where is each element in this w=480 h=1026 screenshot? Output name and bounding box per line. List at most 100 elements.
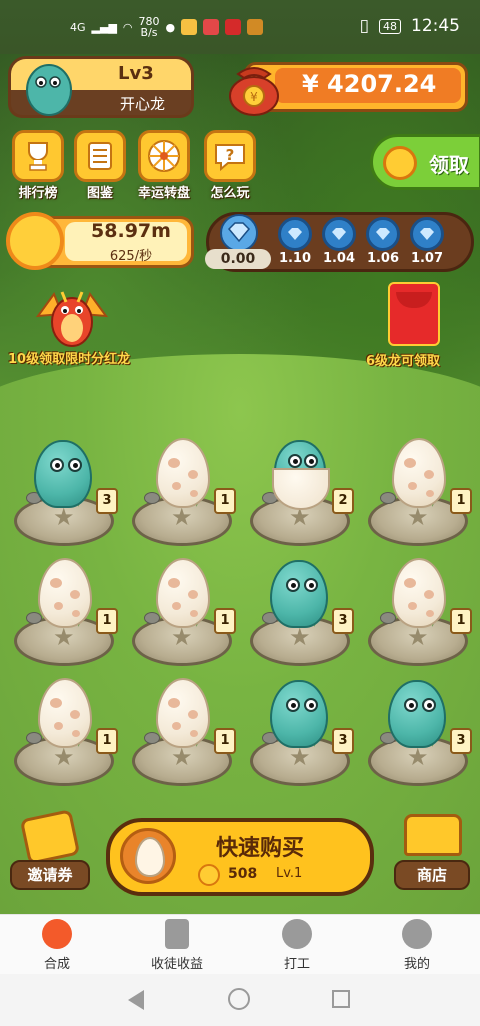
dino-egg-icon [156, 558, 210, 628]
gem-tracker[interactable]: 0.00 1.10 1.04 1.06 1.07 [205, 212, 474, 272]
egg-spot [190, 610, 198, 617]
gem-ball-icon [322, 217, 356, 251]
wheel-icon [138, 130, 190, 182]
recent-apps-icon[interactable] [332, 990, 350, 1008]
egg-spot [404, 458, 416, 468]
eye [404, 698, 418, 712]
coin-icon [198, 864, 220, 886]
tab-profile[interactable]: 我的 [372, 919, 462, 972]
invite-coupon-label: 邀请券 [10, 860, 90, 890]
level-badge: 2 [332, 488, 354, 514]
level-badge: 3 [332, 608, 354, 634]
grid-slot[interactable]: ✦1 [130, 434, 240, 550]
grid-slot[interactable]: ✦3 [12, 434, 122, 550]
income-per-second: 625/秒 [109, 249, 153, 264]
egg-spot [188, 590, 198, 599]
red-envelope-label: 6级龙可领取 [366, 354, 441, 369]
teal-dino-icon [34, 440, 92, 508]
signal-bars-icon: ▂▄▆ [91, 20, 117, 34]
wifi-icon: ◠ [122, 20, 133, 34]
chest-icon [404, 814, 462, 856]
red-envelope-promo[interactable]: 6级龙可领取 [362, 278, 474, 378]
egg-spot [404, 578, 416, 588]
catalog-button[interactable]: 图鉴 [72, 130, 128, 201]
egg-spot [168, 698, 180, 708]
grid-slot[interactable]: ✦1 [12, 554, 122, 670]
tab-apprentice-income[interactable]: 收徒收益 [132, 919, 222, 972]
gem-current-value: 0.00 [205, 249, 271, 269]
status-bar: 4G ▂▄▆ ◠ 780 B/s ● ▯ 48 12:45 [0, 0, 480, 54]
player-name: 开心龙 [120, 95, 166, 113]
player-profile[interactable]: Lv3 开心龙 [8, 56, 194, 120]
svg-text:¥: ¥ [250, 90, 258, 104]
egg-spot [72, 610, 80, 617]
tab-label: 合成 [43, 957, 70, 972]
back-icon[interactable] [128, 990, 144, 1010]
tab-work[interactable]: 打工 [252, 919, 342, 972]
collect-button[interactable]: 领取 [370, 134, 480, 190]
leaderboard-label: 排行榜 [18, 186, 58, 201]
quick-buy-button[interactable]: 快速购买 508 Lv.1 [106, 818, 374, 896]
clock: 12:45 [411, 16, 460, 36]
dino-egg-icon [392, 438, 446, 508]
eye [286, 578, 300, 592]
how-to-play-button[interactable]: ? 怎么玩 [202, 130, 258, 201]
eye [304, 698, 318, 712]
red-dragon-icon [35, 291, 109, 347]
catalog-label: 图鉴 [86, 186, 113, 201]
grid-slot[interactable]: ✦2 [248, 434, 358, 550]
player-level: Lv3 [118, 63, 154, 84]
trophy-icon [12, 130, 64, 182]
tab-label: 收徒收益 [150, 957, 203, 972]
diamond-icon [220, 214, 258, 252]
dino-egg-icon [38, 558, 92, 628]
egg-icon [135, 837, 165, 877]
grid-slot[interactable]: ✦1 [12, 674, 122, 790]
gold-coin-icon [6, 212, 64, 270]
rock-icon [380, 492, 396, 504]
red-envelope-icon [388, 282, 440, 346]
level-badge: 1 [96, 728, 118, 754]
egg-spot [172, 482, 181, 490]
rock-icon [26, 732, 42, 744]
grid-slot[interactable]: ✦1 [130, 674, 240, 790]
dino-egg-icon [392, 558, 446, 628]
leaderboard-button[interactable]: 排行榜 [10, 130, 66, 201]
level-badge: 1 [96, 608, 118, 634]
question-icon: ? [204, 130, 256, 182]
speed-indicator: 780 B/s [139, 16, 160, 38]
egg-spot [72, 730, 80, 737]
grid-slot[interactable]: ✦3 [248, 674, 358, 790]
lucky-wheel-button[interactable]: 幸运转盘 [136, 130, 192, 201]
grid-slot[interactable]: ✦1 [366, 554, 476, 670]
gem-ball-icon [366, 217, 400, 251]
money-balance[interactable]: ¥ ¥ 4207.24 [224, 58, 468, 116]
gem-slot-value: 1.06 [366, 251, 400, 266]
invite-coupon-button[interactable]: 邀请券 [10, 809, 90, 894]
merge-icon [42, 919, 72, 949]
shop-button[interactable]: 商店 [392, 814, 472, 894]
grid-slot[interactable]: ✦3 [366, 674, 476, 790]
dino-egg-icon [38, 678, 92, 748]
grid-slot[interactable]: ✦1 [130, 554, 240, 670]
egg-spot [50, 698, 62, 708]
home-icon[interactable] [228, 988, 250, 1010]
income-total: 58.97m [91, 220, 171, 242]
system-nav-bar [0, 974, 480, 1026]
tab-merge[interactable]: 合成 [12, 919, 102, 972]
dividend-dragon-promo[interactable]: 10级领取限时分红龙 [8, 276, 158, 376]
grid-slot[interactable]: ✦1 [366, 434, 476, 550]
app-notif-icon-3 [225, 19, 242, 35]
gem-slot-3: 1.06 [363, 217, 403, 266]
grid-slot[interactable]: ✦3 [248, 554, 358, 670]
level-badge: 1 [214, 728, 236, 754]
level-badge: 1 [214, 608, 236, 634]
quick-buy-level: Lv.1 [276, 866, 303, 881]
money-amount: ¥ 4207.24 [302, 70, 437, 98]
eye [286, 698, 300, 712]
status-left: 4G ▂▄▆ ◠ 780 B/s ● [70, 16, 264, 38]
gem-slot-value: 1.07 [410, 251, 444, 266]
teal-dino-icon [270, 680, 328, 748]
eye [68, 458, 82, 472]
egg-spot [50, 578, 62, 588]
